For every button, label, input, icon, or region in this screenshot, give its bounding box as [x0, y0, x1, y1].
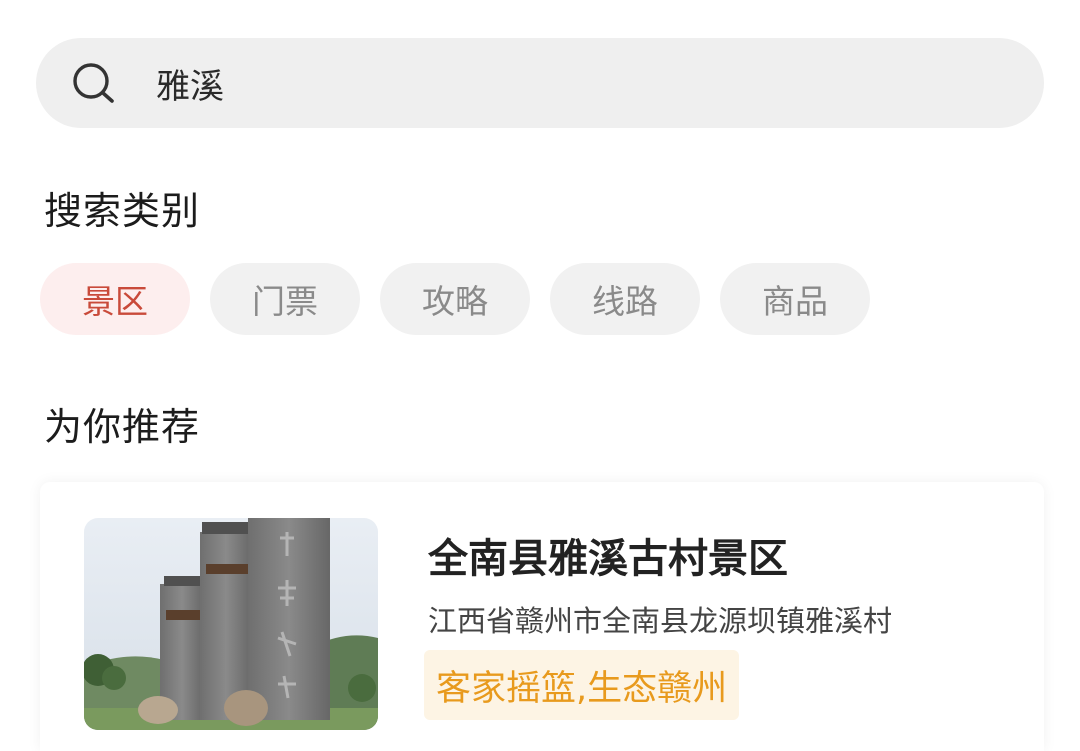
scenic-name[interactable]: 全南县雅溪古村景区	[428, 526, 788, 584]
search-input[interactable]	[156, 53, 976, 113]
tab-routes[interactable]: 线路	[550, 263, 700, 335]
tab-tickets[interactable]: 门票	[210, 263, 360, 335]
recommend-card[interactable]: 全南县雅溪古村景区 江西省赣州市全南县龙源坝镇雅溪村 客家摇篮,生态赣州	[40, 482, 1044, 751]
tab-products[interactable]: 商品	[720, 263, 870, 335]
search-icon[interactable]	[70, 59, 118, 107]
tab-scenic-spot[interactable]: 景区	[40, 263, 190, 335]
scenic-tag-badge: 客家摇篮,生态赣州	[424, 650, 740, 720]
tab-guides[interactable]: 攻略	[380, 263, 530, 335]
search-category-title: 搜索类别	[44, 189, 201, 233]
scenic-thumbnail[interactable]	[84, 518, 378, 730]
recommend-title: 为你推荐	[44, 405, 201, 449]
search-bar[interactable]	[36, 38, 1044, 128]
scenic-address: 江西省赣州市全南县龙源坝镇雅溪村	[428, 604, 893, 638]
category-tabs: 景区 门票 攻略 线路 商品	[40, 263, 870, 335]
